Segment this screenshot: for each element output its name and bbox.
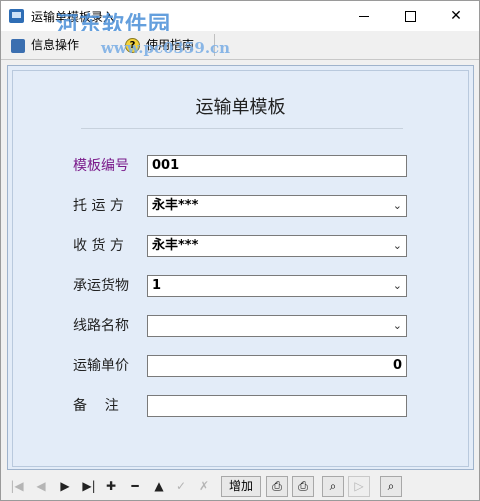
close-button[interactable]: ✕ (433, 1, 479, 31)
shipper-value: 永丰*** (152, 198, 199, 213)
minimize-icon (359, 15, 369, 17)
route-name-dropdown[interactable]: ⌄ (147, 315, 407, 337)
main-window: 运输单模板录入 河东软件园 ✕ 信息操作 ? 使用指南 www.pc0359.cn… (0, 0, 480, 501)
shipper-label: 托 运 方 (73, 198, 124, 214)
consignee-label: 收 货 方 (73, 238, 124, 254)
remarks-label: 备 注 (73, 398, 119, 414)
title-bar[interactable]: 运输单模板录入 河东软件园 ✕ (1, 1, 479, 38)
unit-price-value: 0 (392, 358, 402, 373)
find-button[interactable]: ⌕ (380, 476, 402, 497)
chevron-down-icon: ⌄ (392, 279, 402, 292)
search-button[interactable]: ⌕ (322, 476, 344, 497)
template-number-value: 001 (152, 158, 180, 173)
printer-icon: ⎙ (272, 479, 282, 493)
menu-info-operations-label: 信息操作 (31, 38, 80, 52)
add-button[interactable]: 增加 (221, 476, 261, 497)
magnifier-icon: ⌕ (329, 479, 337, 493)
unit-price-input[interactable]: 0 (147, 355, 407, 377)
print-preview-button[interactable]: ⎙ (292, 476, 314, 497)
cancel-record-button[interactable]: ✗ (196, 477, 212, 495)
close-icon: ✕ (450, 8, 462, 24)
form-panel: 运输单模板 模板编号 001 托 运 方 永丰*** ⌄ 收 货 方 永丰***… (7, 65, 474, 470)
find-icon: ⌕ (387, 479, 395, 493)
consignee-dropdown[interactable]: 永丰*** ⌄ (147, 235, 407, 257)
app-icon (9, 9, 24, 23)
next-record-button[interactable]: ▶ (57, 477, 73, 495)
title-divider (81, 128, 403, 129)
last-record-button[interactable]: ▶| (80, 477, 98, 495)
unit-price-label: 运输单价 (73, 358, 129, 374)
remarks-input[interactable] (147, 395, 407, 417)
insert-record-button[interactable]: ✚ (103, 477, 119, 495)
cargo-label: 承运货物 (73, 278, 129, 294)
play-button[interactable]: ▷ (348, 476, 370, 497)
record-navigator: |◀ ◀ ▶ ▶| ✚ ━ ▲ ✓ ✗ 增加 ⎙ ⎙ ⌕ ▷ ⌕ (1, 473, 479, 499)
print-button[interactable]: ⎙ (266, 476, 288, 497)
cargo-dropdown[interactable]: 1 ⌄ (147, 275, 407, 297)
edit-record-button[interactable]: ▲ (151, 477, 167, 495)
maximize-button[interactable] (387, 1, 433, 31)
template-number-label: 模板编号 (73, 158, 129, 174)
form-inner-frame: 运输单模板 模板编号 001 托 运 方 永丰*** ⌄ 收 货 方 永丰***… (12, 70, 469, 467)
printer-preview-icon: ⎙ (298, 479, 308, 493)
form-title: 运输单模板 (195, 97, 286, 118)
chevron-down-icon: ⌄ (392, 319, 402, 332)
prior-record-button[interactable]: ◀ (33, 477, 49, 495)
template-number-input[interactable]: 001 (147, 155, 407, 177)
delete-record-button[interactable]: ━ (127, 477, 143, 495)
chevron-down-icon: ⌄ (392, 239, 402, 252)
menu-info-operations[interactable]: 信息操作 (11, 36, 79, 54)
route-name-label: 线路名称 (73, 318, 129, 334)
first-record-button[interactable]: |◀ (9, 477, 25, 495)
shipper-dropdown[interactable]: 永丰*** ⌄ (147, 195, 407, 217)
menu-bar: 信息操作 ? 使用指南 www.pc0359.cn (1, 31, 479, 60)
post-record-button[interactable]: ✓ (173, 477, 189, 495)
save-icon (11, 38, 25, 53)
consignee-value: 永丰*** (152, 238, 199, 253)
minimize-button[interactable] (341, 1, 387, 31)
maximize-icon (404, 10, 416, 22)
watermark-url: www.pc0359.cn (101, 39, 231, 57)
cargo-value: 1 (152, 278, 162, 293)
chevron-down-icon: ⌄ (392, 199, 402, 212)
